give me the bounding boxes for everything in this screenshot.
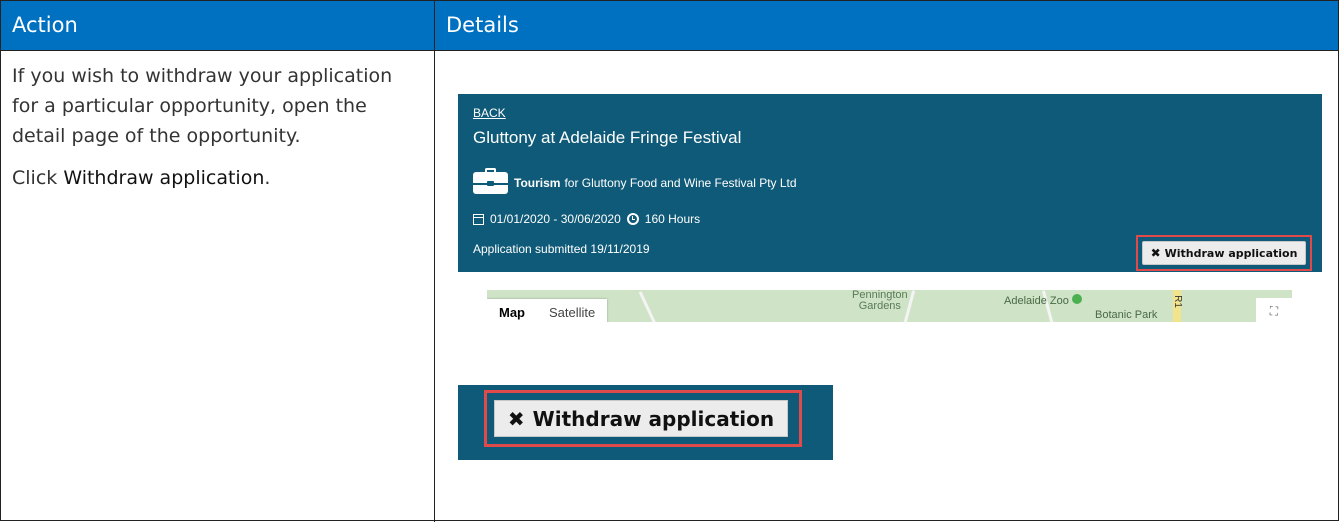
- action-cell: If you wish to withdraw your application…: [12, 61, 422, 205]
- withdraw-highlight: ✖ Withdraw application: [1136, 235, 1312, 271]
- table-header-row: Action Details: [1, 1, 1338, 50]
- date-range: 01/01/2020 - 30/06/2020: [490, 212, 621, 226]
- clock-icon: [626, 213, 639, 225]
- map-type-tabs: Map Satellite: [487, 299, 608, 322]
- withdraw-application-button-zoomed[interactable]: ✖ Withdraw application: [494, 400, 788, 437]
- action-instruction-2: Click Withdraw application.: [12, 163, 422, 193]
- opportunity-banner: BACK Gluttony at Adelaide Fringe Festiva…: [458, 94, 1322, 272]
- organisation-name: for Gluttony Food and Wine Festival Pty …: [564, 176, 797, 190]
- sector-row: Tourism for Gluttony Food and Wine Festi…: [473, 168, 797, 194]
- action-instruction-1: If you wish to withdraw your application…: [12, 65, 393, 147]
- sector-name: Tourism: [514, 176, 561, 190]
- tab-map[interactable]: Map: [487, 299, 537, 322]
- map-pin-icon: [1072, 294, 1082, 304]
- row-divider: [1, 50, 1338, 51]
- fullscreen-icon[interactable]: ⛶: [1256, 298, 1292, 322]
- zoomed-withdraw-crop: ✖ Withdraw application: [458, 385, 833, 460]
- withdraw-emphasis: Withdraw application: [63, 167, 265, 189]
- opportunity-title: Gluttony at Adelaide Fringe Festival: [473, 128, 742, 147]
- column-divider: [434, 1, 435, 522]
- instruction-period: .: [264, 167, 271, 189]
- map[interactable]: Pennington Gardens Adelaide Zoo Botanic P…: [487, 290, 1292, 322]
- briefcase-icon: [473, 168, 508, 194]
- map-label-park: Botanic Park: [1095, 309, 1158, 321]
- map-label-gardens: Pennington Gardens: [852, 290, 908, 312]
- header-action: Action: [12, 13, 78, 37]
- close-icon: ✖: [507, 406, 525, 431]
- withdraw-application-button[interactable]: ✖ Withdraw application: [1142, 241, 1306, 265]
- map-label-zoo: Adelaide Zoo: [1004, 295, 1069, 307]
- tab-satellite[interactable]: Satellite: [537, 299, 607, 322]
- click-prefix: Click: [12, 167, 64, 189]
- hours: 160 Hours: [644, 212, 701, 226]
- withdraw-highlight-zoomed: ✖ Withdraw application: [484, 390, 802, 447]
- withdraw-button-label-zoomed: Withdraw application: [532, 406, 775, 431]
- withdraw-button-label: Withdraw application: [1164, 246, 1298, 260]
- header-details: Details: [446, 13, 519, 37]
- calendar-icon: [473, 213, 484, 225]
- close-icon: ✖: [1150, 246, 1161, 260]
- map-road: [638, 291, 659, 322]
- submitted-status: Application submitted 19/11/2019: [473, 242, 650, 256]
- date-row: 01/01/2020 - 30/06/2020 160 Hours: [473, 212, 700, 226]
- back-link[interactable]: BACK: [473, 106, 506, 120]
- map-label-road: R1: [1171, 295, 1183, 308]
